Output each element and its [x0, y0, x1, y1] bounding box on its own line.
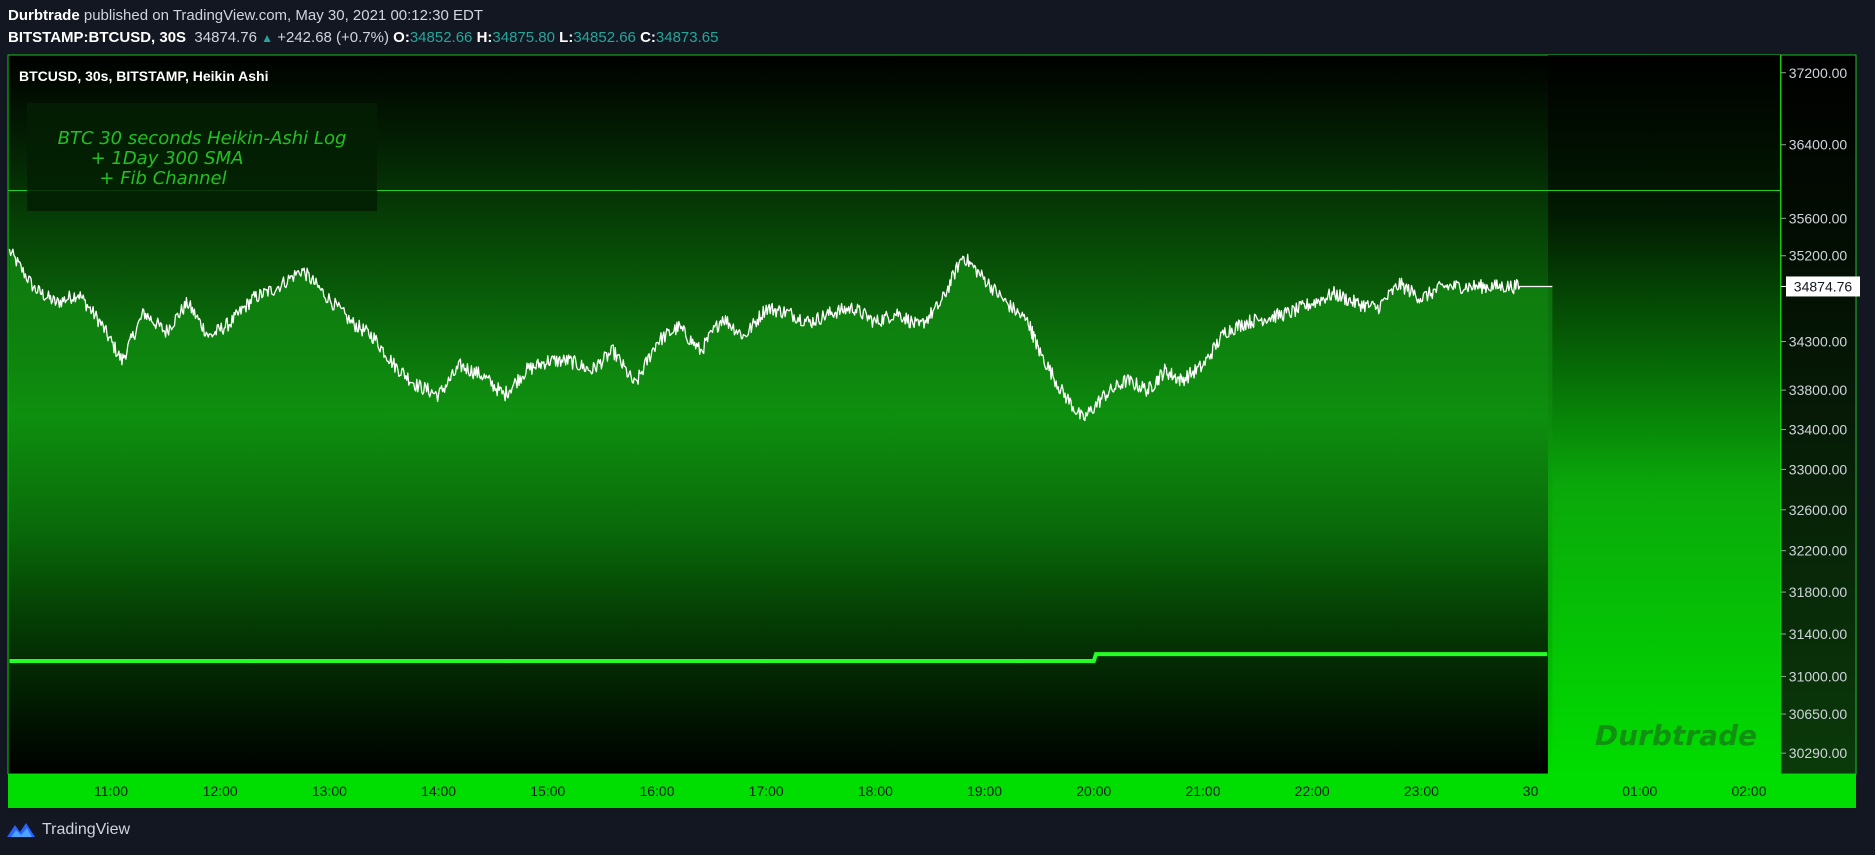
time-tick-label: 18:00	[858, 783, 893, 799]
price-tick-label: 36400.00	[1789, 137, 1848, 153]
price-tick-label: 32200.00	[1789, 543, 1848, 559]
price-tick-label: 33800.00	[1789, 382, 1848, 398]
time-tick-label: 21:00	[1185, 783, 1220, 799]
future-area	[1548, 55, 1780, 774]
price-tick-label: 30290.00	[1789, 745, 1848, 761]
price-tick-label: 31000.00	[1789, 668, 1848, 684]
annotation-line-3: + Fib Channel	[99, 168, 226, 189]
time-tick-label: 16:00	[639, 783, 674, 799]
chart[interactable]: BTC 30 seconds Heikin-Ashi Log + 1Day 30…	[0, 0, 1875, 855]
watermark: Durbtrade	[1595, 719, 1757, 752]
last-price-tag: 34874.76	[1781, 276, 1860, 297]
time-tick-label: 20:00	[1076, 783, 1111, 799]
time-tick-label: 17:00	[749, 783, 784, 799]
time-tick-label: 19:00	[967, 783, 1002, 799]
time-tick-label: 14:00	[421, 783, 456, 799]
last-price-label: 34874.76	[1794, 278, 1853, 294]
tradingview-brand[interactable]: TradingView	[6, 820, 130, 840]
price-area-fill	[8, 248, 1553, 774]
time-tick-label: 13:00	[312, 783, 347, 799]
time-tick-label: 02:00	[1731, 783, 1766, 799]
price-tick-label: 30650.00	[1789, 706, 1848, 722]
annotation-box: BTC 30 seconds Heikin-Ashi Log + 1Day 30…	[27, 103, 377, 211]
price-tick-label: 35600.00	[1789, 210, 1848, 226]
time-tick-label: 22:00	[1295, 783, 1330, 799]
brand-name: TradingView	[42, 821, 131, 838]
time-tick-label: 11:00	[94, 783, 128, 799]
price-tick-label: 34300.00	[1789, 333, 1848, 349]
price-tick-label: 31800.00	[1789, 584, 1848, 600]
time-tick-label: 23:00	[1404, 783, 1439, 799]
annotation-line-2: + 1Day 300 SMA	[91, 148, 244, 169]
time-tick-label: 01:00	[1622, 783, 1657, 799]
price-tick-label: 33400.00	[1789, 422, 1848, 438]
annotation-line-1: BTC 30 seconds Heikin-Ashi Log	[58, 128, 347, 149]
time-tick-label: 12:00	[203, 783, 238, 799]
time-tick-label: 30	[1523, 783, 1539, 799]
price-axis[interactable]	[1780, 54, 1857, 775]
tradingview-logo-icon	[7, 823, 35, 837]
time-tick-label: 15:00	[530, 783, 565, 799]
price-tick-label: 33000.00	[1789, 461, 1848, 477]
price-tick-label: 31400.00	[1789, 626, 1848, 642]
time-axis[interactable]	[8, 774, 1856, 808]
price-tick-label: 35200.00	[1789, 248, 1848, 264]
price-tick-label: 37200.00	[1789, 65, 1848, 81]
price-tick-label: 32600.00	[1789, 502, 1848, 518]
chart-title[interactable]: BTCUSD, 30s, BITSTAMP, Heikin Ashi	[19, 68, 268, 84]
